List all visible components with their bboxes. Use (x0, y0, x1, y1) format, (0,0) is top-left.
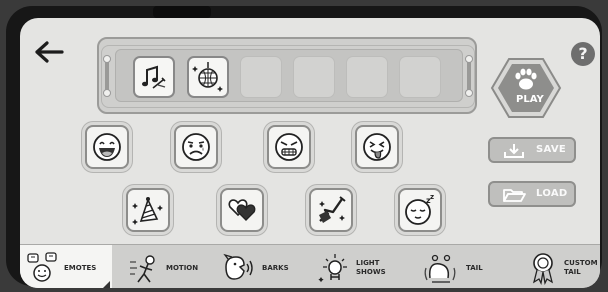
sequence-slot-5[interactable] (346, 56, 388, 98)
party-hat-icon (132, 197, 163, 225)
sequence-slot-4[interactable] (293, 56, 335, 98)
hearts-icon (228, 199, 256, 221)
app-screen: ? PLAY z z SAVE LOAD EMOTES MOTION BARKS… (20, 18, 600, 288)
barks-icon (223, 253, 253, 280)
play-button[interactable] (490, 57, 562, 119)
save-button[interactable]: SAVE (488, 137, 576, 163)
play-label: PLAY (516, 94, 544, 105)
emotes-tab-icon (27, 252, 57, 282)
emote-party-tile[interactable] (126, 188, 170, 232)
award-ribbon-icon (532, 253, 554, 285)
tab-emotes[interactable]: EMOTES (20, 245, 112, 288)
tab-motion[interactable]: MOTION (118, 245, 202, 288)
help-button[interactable]: ? (571, 42, 595, 66)
emote-sad-tile[interactable] (174, 125, 218, 169)
tab-light-shows[interactable]: LIGHT SHOWS (308, 245, 404, 288)
tab-motion-label: MOTION (166, 264, 199, 272)
sequence-strip (97, 37, 477, 114)
tab-corner-indicator-icon (103, 281, 110, 288)
emote-laughing-tile[interactable] (85, 125, 129, 169)
back-arrow-icon[interactable] (34, 40, 64, 64)
emote-guitar-tile[interactable] (309, 188, 353, 232)
sequence-slot-1[interactable] (133, 56, 175, 98)
sleeping-emoji-icon: z z (405, 193, 434, 225)
sequence-slot-3[interactable] (240, 56, 282, 98)
tab-tail-label: TAIL (466, 264, 483, 272)
folder-open-icon (503, 189, 526, 202)
emote-angry-tile[interactable] (267, 125, 311, 169)
tab-custom-tail[interactable]: CUSTOM TAIL (514, 245, 600, 288)
load-label: LOAD (536, 188, 568, 199)
emote-sleeping-tile[interactable]: z z (398, 188, 442, 232)
tab-tail[interactable]: TAIL (412, 245, 502, 288)
tail-icon (424, 254, 456, 283)
svg-text:z: z (430, 193, 434, 201)
tab-light-shows-label-2: SHOWS (356, 268, 386, 276)
emote-hearts-tile[interactable] (220, 188, 264, 232)
sad-emoji-icon (182, 133, 210, 161)
disco-ball-icon (192, 62, 223, 92)
load-button[interactable]: LOAD (488, 181, 576, 207)
tongue-out-emoji-icon (363, 133, 391, 161)
category-tab-bar: EMOTES MOTION BARKS LIGHT SHOWS TAIL CUS… (20, 244, 600, 288)
tab-custom-tail-label-1: CUSTOM (564, 259, 598, 267)
tab-emotes-label: EMOTES (64, 264, 97, 272)
sequence-track (115, 49, 463, 102)
sequence-slot-6[interactable] (399, 56, 441, 98)
download-icon (504, 144, 524, 158)
emote-tongue-tile[interactable] (355, 125, 399, 169)
tab-barks[interactable]: BARKS (210, 245, 298, 288)
laughing-emoji-icon (93, 133, 121, 161)
tab-barks-label: BARKS (262, 264, 289, 272)
light-bulb-icon (318, 254, 347, 283)
sequence-right-rail (465, 55, 473, 97)
device-notch (153, 6, 211, 18)
guitar-icon (319, 196, 346, 223)
music-note-icon (142, 65, 166, 89)
save-label: SAVE (536, 144, 567, 155)
motion-icon (130, 255, 155, 283)
tab-custom-tail-label-2: TAIL (564, 268, 581, 276)
sequence-left-rail (103, 55, 111, 97)
tab-light-shows-label-1: LIGHT (356, 259, 380, 267)
device-frame: ? PLAY z z SAVE LOAD EMOTES MOTION BARKS… (6, 6, 602, 288)
angry-emoji-icon (275, 133, 303, 161)
sequence-slot-2[interactable] (187, 56, 229, 98)
